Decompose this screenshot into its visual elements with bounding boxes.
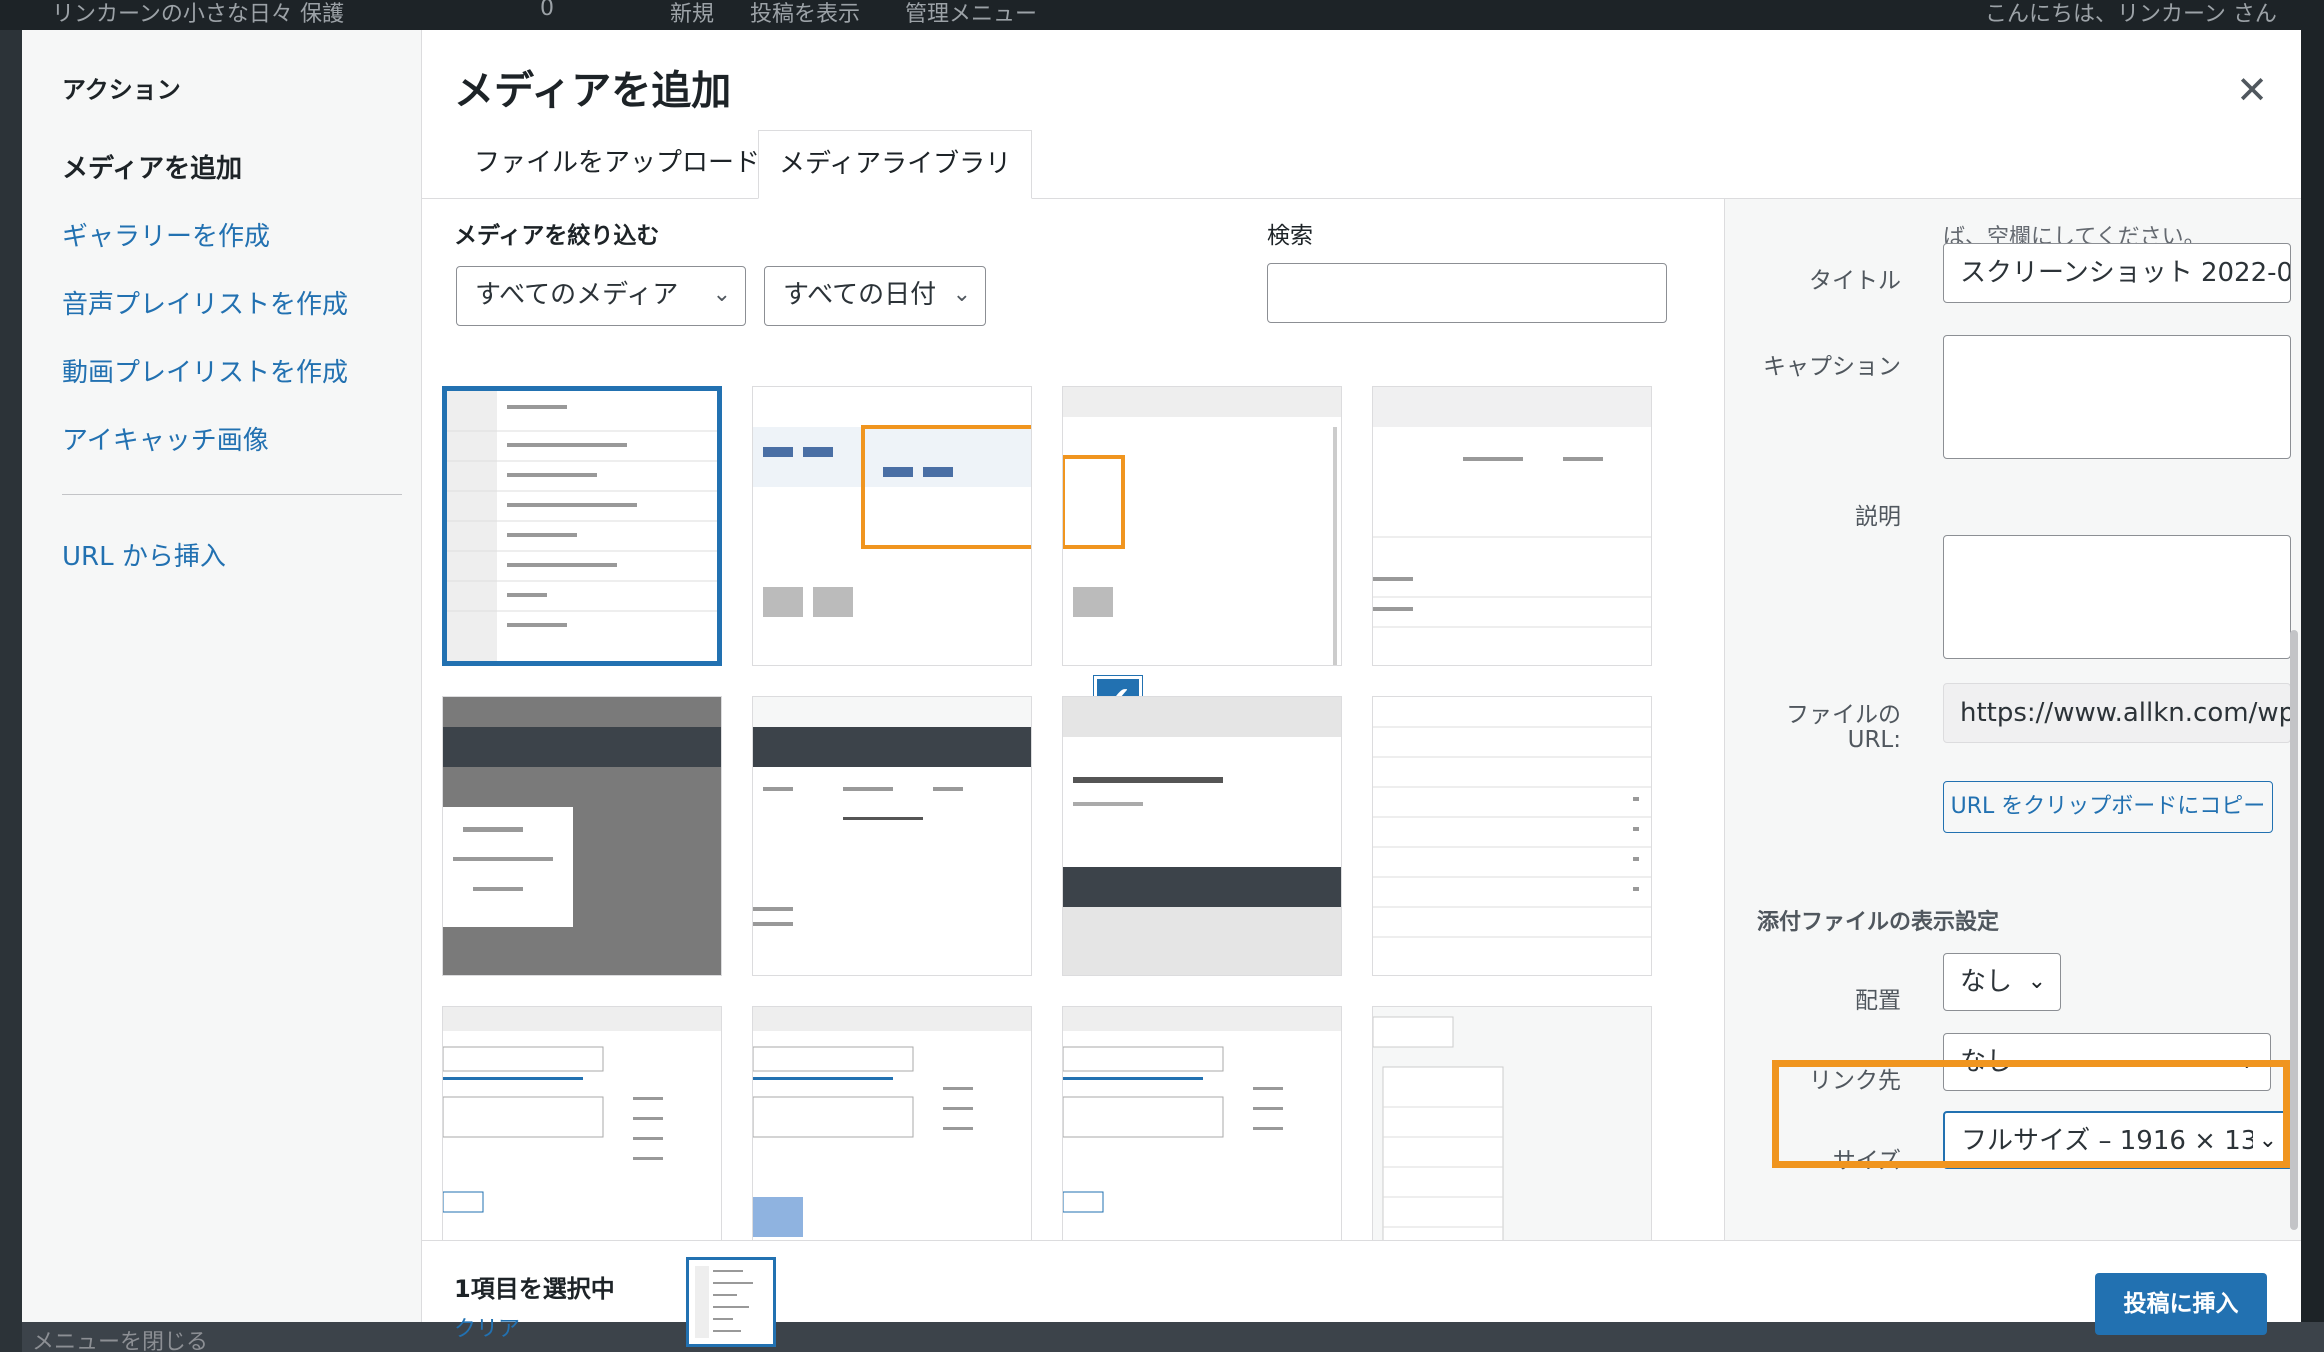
media-thumbnail[interactable] bbox=[442, 1006, 722, 1240]
search-label: 検索 bbox=[1267, 223, 1313, 249]
admin-bar: リンカーンの小さな日々 保護 0 新規 投稿を表示 管理メニュー こんにちは、リ… bbox=[0, 0, 2324, 30]
media-thumbnail[interactable] bbox=[1372, 696, 1652, 976]
admin-bar-site-name[interactable]: リンカーンの小さな日々 bbox=[52, 0, 293, 28]
media-thumbnail[interactable] bbox=[752, 1006, 1032, 1240]
date-value: すべての日付 bbox=[783, 280, 937, 310]
menu-item-insert-from-url[interactable]: URL から挿入 bbox=[62, 536, 226, 573]
admin-bar-protect[interactable]: 保護 bbox=[300, 0, 344, 28]
media-thumbnail[interactable] bbox=[752, 386, 1032, 666]
title-input[interactable]: スクリーンショット 2022-0 bbox=[1943, 243, 2291, 303]
admin-bar-new[interactable]: 新規 bbox=[670, 0, 714, 28]
filter-label: メディアを絞り込む bbox=[454, 223, 660, 249]
admin-footer-background: メニューを閉じる bbox=[22, 1322, 2324, 1352]
description-label: 説明 bbox=[1855, 504, 1901, 530]
close-icon[interactable]: ✕ bbox=[2222, 60, 2282, 120]
clear-selection-link[interactable]: クリア bbox=[454, 1311, 520, 1343]
media-type-value: すべてのメディア bbox=[475, 280, 679, 310]
search-input[interactable] bbox=[1267, 263, 1667, 323]
date-select[interactable]: すべての日付 ⌄ bbox=[764, 266, 986, 326]
admin-bar-view-post[interactable]: 投稿を表示 bbox=[750, 0, 860, 28]
chevron-down-icon: ⌄ bbox=[712, 282, 731, 307]
media-thumbnail[interactable] bbox=[1372, 1006, 1652, 1240]
align-value: なし bbox=[1960, 967, 2013, 997]
align-select[interactable]: なし ⌄ bbox=[1943, 953, 2061, 1011]
menu-item-create-audio-playlist[interactable]: 音声プレイリストを作成 bbox=[62, 284, 348, 321]
selected-thumbnail[interactable] bbox=[686, 1257, 776, 1347]
chevron-down-icon: ⌄ bbox=[2021, 954, 2046, 1010]
selection-count: 1項目を選択中 bbox=[454, 1275, 615, 1303]
collapse-menu-link[interactable]: メニューを閉じる bbox=[32, 1324, 208, 1352]
menu-heading: アクション bbox=[62, 76, 181, 104]
copy-url-button[interactable]: URL をクリップボードにコピー bbox=[1943, 781, 2273, 833]
admin-sidebar-background bbox=[0, 30, 22, 1352]
caption-label: キャプション bbox=[1763, 354, 1901, 380]
media-thumbnail[interactable] bbox=[1372, 386, 1652, 666]
tab-upload-files[interactable]: ファイルをアップロード bbox=[454, 130, 780, 199]
file-url-label: ファイルの bbox=[1786, 702, 1901, 728]
modal-title: メディアを追加 bbox=[454, 68, 732, 114]
display-settings-heading: 添付ファイルの表示設定 bbox=[1757, 910, 2000, 935]
media-toolbar: 1項目を選択中 クリア 投稿に挿入 bbox=[422, 1240, 2301, 1347]
media-type-select[interactable]: すべてのメディア ⌄ bbox=[456, 266, 746, 326]
media-thumbnail[interactable] bbox=[1062, 386, 1342, 666]
media-thumbnail[interactable] bbox=[1062, 696, 1342, 976]
title-label: タイトル bbox=[1809, 268, 1901, 294]
file-url-field[interactable]: https://www.allkn.com/wp bbox=[1943, 683, 2291, 743]
tab-media-library[interactable]: メディアライブラリ bbox=[758, 130, 1033, 199]
menu-item-featured-image[interactable]: アイキャッチ画像 bbox=[62, 420, 269, 457]
file-url-label-2: URL: bbox=[1847, 727, 1901, 753]
chevron-down-icon: ⌄ bbox=[952, 282, 971, 307]
admin-bar-greeting[interactable]: こんにちは、リンカーン さん bbox=[1985, 0, 2277, 28]
media-thumbnail[interactable] bbox=[442, 696, 722, 976]
details-scrollbar[interactable] bbox=[2290, 630, 2298, 1230]
size-highlight-annotation bbox=[1772, 1060, 2290, 1168]
caption-textarea[interactable] bbox=[1943, 335, 2291, 459]
admin-bar-comments[interactable]: 0 bbox=[540, 0, 554, 21]
menu-item-add-media[interactable]: メディアを追加 bbox=[62, 148, 242, 185]
media-thumbnail[interactable] bbox=[752, 696, 1032, 976]
menu-separator bbox=[62, 494, 402, 495]
description-textarea[interactable] bbox=[1943, 535, 2291, 659]
menu-item-create-video-playlist[interactable]: 動画プレイリストを作成 bbox=[62, 352, 348, 389]
admin-bar-admin-menu[interactable]: 管理メニュー bbox=[905, 0, 1037, 28]
media-thumbnail-selected[interactable] bbox=[442, 386, 722, 666]
media-grid: ✔ bbox=[422, 360, 1724, 1240]
align-label: 配置 bbox=[1855, 988, 1901, 1014]
media-menu: アクション メディアを追加 ギャラリーを作成 音声プレイリストを作成 動画プレイ… bbox=[22, 30, 422, 1322]
insert-into-post-button[interactable]: 投稿に挿入 bbox=[2095, 1273, 2267, 1335]
menu-item-create-gallery[interactable]: ギャラリーを作成 bbox=[62, 216, 270, 253]
media-thumbnail[interactable] bbox=[1062, 1006, 1342, 1240]
